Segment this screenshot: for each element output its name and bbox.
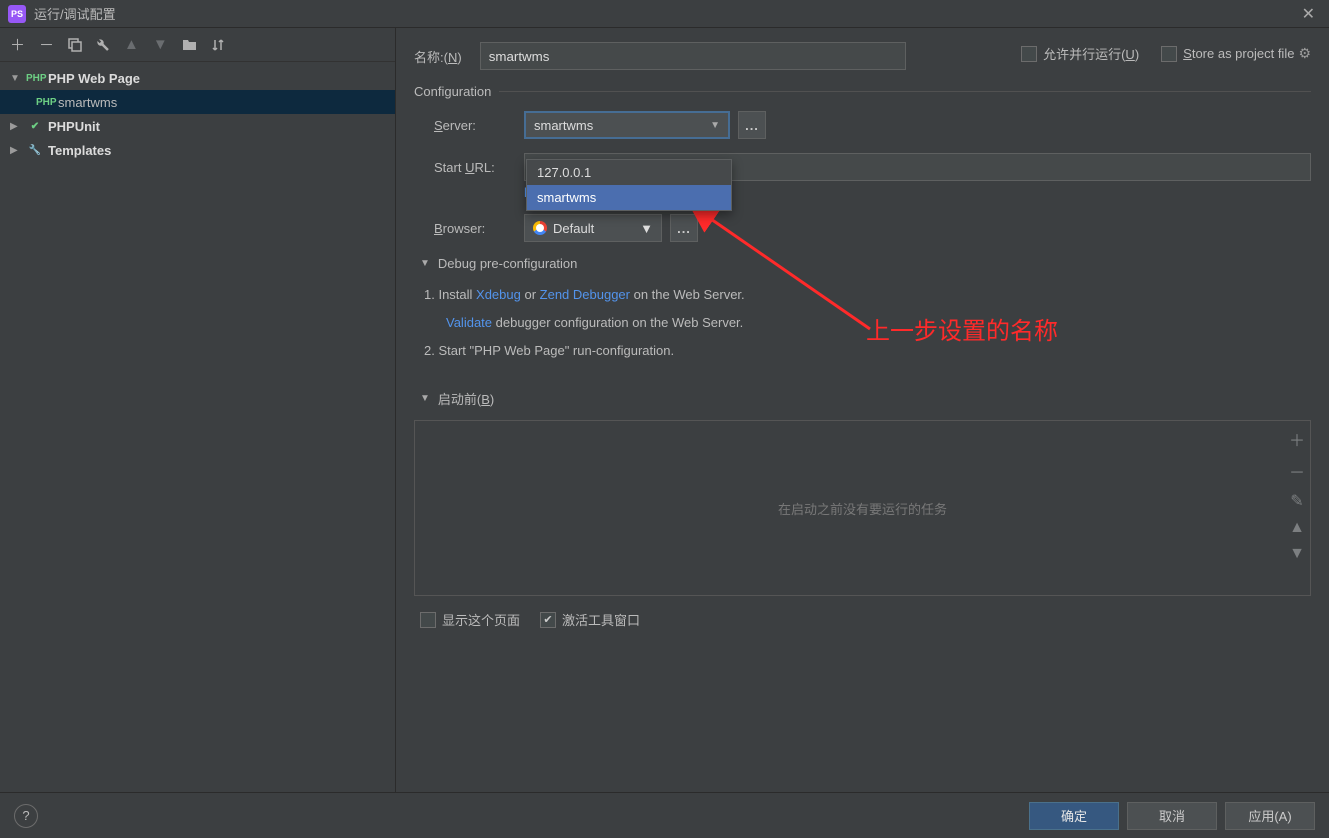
- move-up-icon: ▲: [124, 36, 139, 53]
- move-down-icon: ▼: [153, 36, 168, 53]
- dropdown-item-127[interactable]: 127.0.0.1: [527, 160, 731, 185]
- help-button[interactable]: ?: [14, 804, 38, 828]
- phpstorm-app-icon: PS: [8, 5, 26, 23]
- tree-label: PHPUnit: [48, 119, 100, 134]
- tree-label: PHP Web Page: [48, 71, 140, 86]
- before-launch-list: 在启动之前没有要运行的任务 ＋ － ✎ ▲ ▼: [414, 420, 1311, 596]
- tree-item-phpwebpage[interactable]: ▼ PHP PHP Web Page: [0, 66, 395, 90]
- name-label: 名称:(N): [414, 47, 462, 66]
- debug-preconfig-body: 1. Install Xdebug or Zend Debugger on th…: [414, 281, 1311, 365]
- chevron-down-icon: ▼: [420, 393, 430, 404]
- zend-debugger-link[interactable]: Zend Debugger: [540, 287, 630, 302]
- folder-icon[interactable]: [182, 38, 197, 51]
- browser-browse-button[interactable]: ...: [670, 214, 698, 242]
- show-this-page-option[interactable]: 显示这个页面: [420, 610, 520, 629]
- show-page-label: 显示这个页面: [442, 610, 520, 629]
- phpunit-icon: ✔: [26, 121, 44, 132]
- store-project-label: Store as project file: [1183, 46, 1294, 61]
- copy-config-icon[interactable]: [68, 38, 82, 52]
- allow-parallel-label: 允许并行运行(U): [1043, 44, 1139, 63]
- url-label: Start URL:: [434, 160, 524, 175]
- checkbox-unchecked[interactable]: [1161, 46, 1177, 62]
- before-launch-tools: ＋ － ✎ ▲ ▼: [1284, 421, 1310, 563]
- store-project-option[interactable]: Store as project file ⚙: [1161, 45, 1311, 62]
- tree-item-smartwms[interactable]: PHP smartwms: [0, 90, 395, 114]
- edit-task-icon[interactable]: ✎: [1290, 491, 1303, 511]
- right-panel: 名称:(N) 允许并行运行(U) Store as project file ⚙…: [396, 28, 1329, 792]
- tree-label: smartwms: [58, 95, 117, 110]
- gear-icon[interactable]: ⚙: [1298, 45, 1311, 62]
- debug-preconfig-header[interactable]: ▼ Debug pre-configuration: [414, 256, 1311, 271]
- caret-down-icon: ▼: [640, 221, 653, 236]
- activate-toolwindow-label: 激活工具窗口: [562, 610, 640, 629]
- server-dropdown: 127.0.0.1 smartwms: [526, 159, 732, 211]
- browser-select[interactable]: Default ▼: [524, 214, 662, 242]
- add-task-icon[interactable]: ＋: [1289, 427, 1305, 451]
- apply-button[interactable]: 应用(A): [1225, 802, 1315, 830]
- ok-button[interactable]: 确定: [1029, 802, 1119, 830]
- sort-icon[interactable]: [211, 38, 225, 52]
- templates-wrench-icon: 🔧: [26, 145, 44, 156]
- chevron-down-icon: ▼: [10, 73, 22, 84]
- configuration-section-header: Configuration: [414, 84, 1311, 99]
- checkbox-checked[interactable]: [540, 612, 556, 628]
- caret-down-icon: ▼: [710, 120, 720, 131]
- window-title: 运行/调试配置: [34, 4, 1296, 23]
- checkbox-unchecked[interactable]: [420, 612, 436, 628]
- tree-item-templates[interactable]: ▶ 🔧 Templates: [0, 138, 395, 162]
- dropdown-item-smartwms[interactable]: smartwms: [527, 185, 731, 210]
- server-browse-button[interactable]: ...: [738, 111, 766, 139]
- add-config-icon[interactable]: ＋: [10, 34, 25, 55]
- move-task-down-icon[interactable]: ▼: [1289, 545, 1305, 563]
- server-select[interactable]: smartwms ▼: [524, 111, 730, 139]
- close-icon[interactable]: ✕: [1296, 4, 1321, 24]
- server-label: Server:: [434, 118, 524, 133]
- chevron-down-icon: ▼: [420, 258, 430, 269]
- remove-task-icon[interactable]: －: [1289, 459, 1305, 483]
- xdebug-link[interactable]: Xdebug: [476, 287, 521, 302]
- config-toolbar: ＋ － ▲ ▼: [0, 28, 395, 62]
- browser-select-value: Default: [553, 221, 594, 236]
- before-launch-header[interactable]: ▼ 启动前(B): [414, 389, 1311, 408]
- remove-config-icon[interactable]: －: [39, 34, 54, 55]
- tree-label: Templates: [48, 143, 111, 158]
- move-task-up-icon[interactable]: ▲: [1289, 519, 1305, 537]
- cancel-button[interactable]: 取消: [1127, 802, 1217, 830]
- config-tree: ▼ PHP PHP Web Page PHP smartwms ▶ ✔ PHPU…: [0, 62, 395, 792]
- title-bar: PS 运行/调试配置 ✕: [0, 0, 1329, 28]
- chrome-icon: [533, 221, 547, 235]
- left-panel: ＋ － ▲ ▼ ▼ PHP PHP Web Page: [0, 28, 396, 792]
- before-launch-empty-text: 在启动之前没有要运行的任务: [778, 499, 947, 518]
- tree-item-phpunit[interactable]: ▶ ✔ PHPUnit: [0, 114, 395, 138]
- validate-link[interactable]: Validate: [446, 315, 492, 330]
- allow-parallel-option[interactable]: 允许并行运行(U): [1021, 44, 1139, 63]
- browser-label: Browser:: [434, 221, 524, 236]
- server-select-value: smartwms: [534, 118, 593, 133]
- php-globe-icon: PHP: [26, 73, 44, 84]
- before-launch-label: 启动前(B): [438, 389, 494, 408]
- config-name-input[interactable]: [480, 42, 906, 70]
- activate-tool-window-option[interactable]: 激活工具窗口: [540, 610, 640, 629]
- php-globe-icon: PHP: [36, 97, 54, 108]
- wrench-icon[interactable]: [96, 38, 110, 52]
- dialog-footer: ? 确定 取消 应用(A): [0, 792, 1329, 838]
- chevron-right-icon: ▶: [10, 145, 22, 156]
- chevron-right-icon: ▶: [10, 121, 22, 132]
- debug-preconfig-label: Debug pre-configuration: [438, 256, 577, 271]
- checkbox-unchecked[interactable]: [1021, 46, 1037, 62]
